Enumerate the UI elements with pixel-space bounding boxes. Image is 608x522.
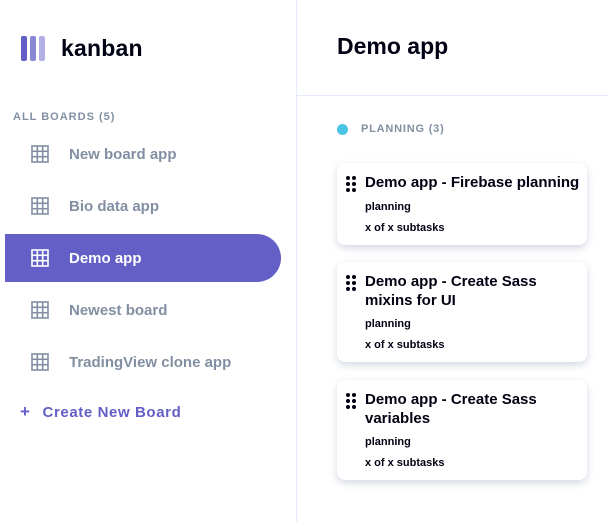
task-status: planning [365, 436, 411, 448]
board-area: PLANNING (3) Demo app - Firebase plannin… [297, 96, 608, 522]
create-new-board-button[interactable]: + Create New Board [20, 402, 181, 422]
task-status: planning [365, 318, 411, 330]
board-grid-icon [31, 145, 49, 163]
task-title-line: Demo app - Create Sass [365, 273, 537, 290]
task-title: Demo app - Create Sass mixins for UI [365, 272, 537, 310]
all-boards-heading: ALL BOARDS (5) [13, 111, 116, 123]
logo-text: kanban [61, 35, 143, 61]
task-subtasks: x of x subtasks [365, 222, 445, 234]
sidebar-item-bio-data-app[interactable]: Bio data app [5, 182, 281, 230]
board-grid-icon [31, 197, 49, 215]
task-title: Demo app - Create Sass variables [365, 390, 537, 428]
plus-icon: + [20, 402, 31, 421]
sidebar-item-newest-board[interactable]: Newest board [5, 286, 281, 334]
task-title-line: variables [365, 410, 431, 427]
sidebar-item-tradingview-clone-app[interactable]: TradingView clone app [5, 338, 281, 386]
task-card[interactable]: Demo app - Create Sass variables plannin… [337, 380, 587, 480]
drag-handle-icon[interactable] [345, 274, 357, 292]
create-new-board-label: Create New Board [42, 403, 182, 421]
sidebar-item-label: Bio data app [69, 197, 160, 215]
logo-icon [21, 36, 45, 61]
task-title-line: Demo app - Create Sass [365, 391, 537, 408]
header: Demo app [297, 0, 608, 96]
task-title-line: Demo app - Firebase planning [365, 174, 580, 191]
task-subtasks: x of x subtasks [365, 339, 445, 351]
sidebar-item-label: New board app [69, 145, 177, 163]
sidebar: kanban ALL BOARDS (5) New board app Bio … [0, 0, 297, 522]
column-header: PLANNING (3) [337, 123, 445, 135]
sidebar-item-demo-app[interactable]: Demo app [5, 234, 281, 282]
sidebar-item-label: Demo app [69, 249, 142, 267]
board-grid-icon [31, 353, 49, 371]
board-grid-icon [31, 249, 49, 267]
column-title: PLANNING (3) [361, 123, 445, 135]
sidebar-item-label: TradingView clone app [69, 353, 232, 371]
board-grid-icon [31, 301, 49, 319]
drag-handle-icon[interactable] [345, 392, 357, 410]
board-list: New board app Bio data app Demo app Newe… [5, 130, 281, 390]
task-card[interactable]: Demo app - Firebase planning planning x … [337, 163, 587, 245]
logo[interactable]: kanban [21, 35, 143, 62]
drag-handle-icon[interactable] [345, 175, 357, 193]
task-status: planning [365, 201, 411, 213]
page-title: Demo app [337, 33, 449, 59]
task-subtasks: x of x subtasks [365, 457, 445, 469]
task-title-line: mixins for UI [365, 292, 456, 309]
sidebar-item-new-board-app[interactable]: New board app [5, 130, 281, 178]
column-status-dot [337, 123, 348, 135]
sidebar-item-label: Newest board [69, 301, 168, 319]
task-card[interactable]: Demo app - Create Sass mixins for UI pla… [337, 262, 587, 362]
task-title: Demo app - Firebase planning [365, 173, 579, 192]
